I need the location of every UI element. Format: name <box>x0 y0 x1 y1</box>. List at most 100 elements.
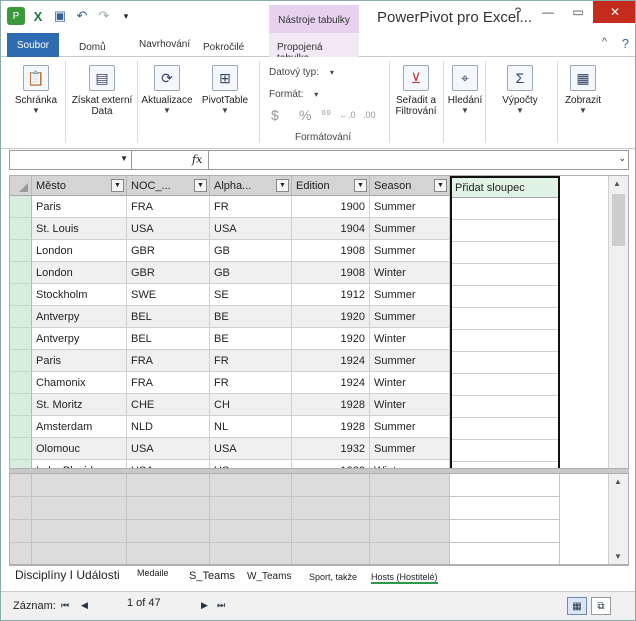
select-all-corner[interactable] <box>10 176 32 196</box>
table-cell[interactable]: St. Moritz <box>32 394 127 416</box>
calc-cell[interactable] <box>292 497 370 520</box>
scroll-down-icon[interactable]: ▼ <box>614 552 622 561</box>
format-dropdown[interactable]: Formát: ▾ <box>269 89 318 100</box>
data-type-dropdown[interactable]: Datový typ: ▾ <box>269 67 334 78</box>
scroll-up-icon[interactable]: ▲ <box>613 179 621 188</box>
calc-cell[interactable] <box>10 474 32 497</box>
customize-qat-icon[interactable]: ▾ <box>117 7 135 25</box>
table-cell[interactable]: GBR <box>127 262 210 284</box>
table-cell[interactable]: NL <box>210 416 292 438</box>
row-selector[interactable] <box>10 306 32 328</box>
table-cell[interactable]: 1908 <box>292 240 370 262</box>
excel-icon[interactable]: X <box>29 7 47 25</box>
calc-cell[interactable] <box>292 520 370 543</box>
table-cell[interactable]: FR <box>210 350 292 372</box>
row-selector[interactable] <box>10 284 32 306</box>
sheet-tab-hosts[interactable]: Hosts (Hostitelé) <box>371 572 438 584</box>
table-cell[interactable]: 1932 <box>292 460 370 468</box>
row-selector[interactable] <box>10 218 32 240</box>
close-button[interactable]: ✕ <box>593 1 635 23</box>
add-column-cell[interactable] <box>452 418 558 440</box>
table-cell[interactable]: 1920 <box>292 306 370 328</box>
calc-cell[interactable] <box>370 543 450 564</box>
tab-design[interactable]: Navrhování <box>139 39 190 50</box>
scroll-thumb[interactable] <box>612 194 625 246</box>
table-cell[interactable]: FRA <box>127 196 210 218</box>
tab-linked-table[interactable]: Propojená tabulka <box>269 33 359 64</box>
table-cell[interactable]: FR <box>210 372 292 394</box>
row-selector[interactable] <box>10 240 32 262</box>
calc-cell[interactable] <box>10 497 32 520</box>
table-cell[interactable]: 1924 <box>292 350 370 372</box>
calc-cell[interactable] <box>32 520 127 543</box>
help-icon[interactable]: ? <box>503 1 533 23</box>
calc-cell[interactable] <box>370 497 450 520</box>
table-cell[interactable]: USA <box>210 438 292 460</box>
table-cell[interactable]: US <box>210 460 292 468</box>
add-column-cell[interactable] <box>452 308 558 330</box>
table-cell[interactable]: Chamonix <box>32 372 127 394</box>
filter-dropdown-icon[interactable]: ▼ <box>276 179 289 192</box>
table-cell[interactable]: Antverpy <box>32 328 127 350</box>
add-column-cell[interactable] <box>452 242 558 264</box>
calc-cell[interactable] <box>450 474 560 497</box>
sheet-tab-disciplines[interactable]: Disciplíny I Události <box>15 568 120 582</box>
restore-button[interactable]: ▭ <box>563 1 593 23</box>
table-cell[interactable]: London <box>32 262 127 284</box>
filter-dropdown-icon[interactable]: ▼ <box>434 179 447 192</box>
calc-cell[interactable] <box>292 474 370 497</box>
row-selector[interactable] <box>10 394 32 416</box>
tab-home[interactable]: Domů <box>79 42 106 53</box>
table-cell[interactable]: Summer <box>370 350 450 372</box>
table-cell[interactable]: Summer <box>370 306 450 328</box>
add-column-cell[interactable] <box>452 440 558 462</box>
sort-filter-button[interactable]: ⊻ Seřadit a Filtrování <box>391 61 441 117</box>
add-column-cell[interactable] <box>452 264 558 286</box>
calc-cell[interactable] <box>10 543 32 564</box>
last-record-icon[interactable]: ⏭ <box>217 600 225 611</box>
table-cell[interactable]: FR <box>210 196 292 218</box>
row-selector[interactable] <box>10 416 32 438</box>
calc-cell[interactable] <box>210 520 292 543</box>
row-selector[interactable] <box>10 372 32 394</box>
table-cell[interactable]: SE <box>210 284 292 306</box>
table-cell[interactable]: Antverpy <box>32 306 127 328</box>
add-column[interactable]: Přidat sloupec <box>450 176 560 468</box>
table-cell[interactable]: FRA <box>127 372 210 394</box>
table-cell[interactable]: GB <box>210 240 292 262</box>
table-cell[interactable]: 1900 <box>292 196 370 218</box>
table-cell[interactable]: CHE <box>127 394 210 416</box>
calc-cell[interactable] <box>210 497 292 520</box>
diagram-view-icon[interactable]: ⧉ <box>591 597 611 615</box>
calc-cell[interactable] <box>10 520 32 543</box>
table-cell[interactable]: Paris <box>32 350 127 372</box>
table-cell[interactable]: 1928 <box>292 416 370 438</box>
sheet-tab-medals[interactable]: Medaile <box>137 568 169 578</box>
table-cell[interactable]: GBR <box>127 240 210 262</box>
table-cell[interactable]: 1924 <box>292 372 370 394</box>
table-cell[interactable]: BEL <box>127 306 210 328</box>
table-cell[interactable]: Summer <box>370 416 450 438</box>
add-column-cell[interactable] <box>452 374 558 396</box>
calc-cell[interactable] <box>32 543 127 564</box>
calc-cell[interactable] <box>450 543 560 564</box>
row-selector[interactable] <box>10 328 32 350</box>
data-view-icon[interactable]: ▦ <box>567 597 587 615</box>
sheet-tab-w-teams[interactable]: W_Teams <box>247 571 291 582</box>
calc-cell[interactable] <box>292 543 370 564</box>
table-cell[interactable]: Summer <box>370 284 450 306</box>
row-selector[interactable] <box>10 262 32 284</box>
save-icon[interactable]: ▣ <box>51 7 69 25</box>
column-header[interactable]: Season ▼ <box>370 176 450 196</box>
minimize-button[interactable]: — <box>533 1 563 23</box>
table-cell[interactable]: Lake Placid <box>32 460 127 468</box>
currency-format-button[interactable]: $ <box>271 107 279 123</box>
row-selector[interactable] <box>10 196 32 218</box>
decrease-decimal-button[interactable]: .00 <box>363 110 376 120</box>
table-cell[interactable]: Winter <box>370 394 450 416</box>
previous-record-icon[interactable]: ◀ <box>81 600 88 611</box>
table-cell[interactable]: 1920 <box>292 328 370 350</box>
column-header[interactable]: NOC_... ▼ <box>127 176 210 196</box>
find-button[interactable]: ⌖ Hledání ▼ <box>447 61 483 115</box>
sheet-tab-s-teams[interactable]: S_Teams <box>189 570 235 582</box>
